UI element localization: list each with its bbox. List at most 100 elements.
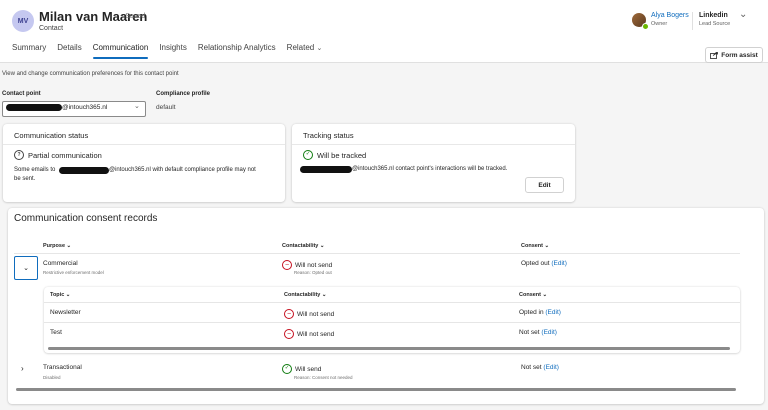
edit-tracking-button[interactable]: Edit <box>525 177 564 193</box>
redacted-text <box>300 166 352 173</box>
tab-details[interactable]: Details <box>57 43 81 57</box>
card-title: Communication status <box>14 131 89 140</box>
consent-text: Opted out <box>521 260 550 267</box>
tab-insights[interactable]: Insights <box>159 43 187 57</box>
redacted-text <box>59 167 109 174</box>
contactability-reason: Reason: Opted out <box>294 270 332 275</box>
status-detail: be sent. <box>14 176 36 182</box>
divider <box>44 322 740 323</box>
tab-bar: Summary Details Communication Insights R… <box>12 43 323 59</box>
horizontal-scrollbar[interactable] <box>16 388 736 391</box>
card-title: Tracking status <box>303 131 354 140</box>
divider <box>692 12 693 30</box>
consent-records-title: Communication consent records <box>14 213 158 224</box>
record-type: Contact <box>39 25 64 32</box>
topic-name: Newsletter <box>50 309 81 316</box>
chevron-down-icon: ⌄ <box>134 103 140 110</box>
chevron-down-icon: ⌄ <box>66 243 72 249</box>
contactability-status: − Will not send <box>282 260 332 270</box>
chevron-down-icon[interactable]: ⌄ <box>739 9 747 20</box>
collapse-row-button[interactable]: ⌄ <box>14 256 38 280</box>
status-text: Will be tracked <box>317 150 367 160</box>
topics-table: Topic ⌄ Contactability ⌄ Consent ⌄ Newsl… <box>44 287 740 353</box>
divider <box>3 144 285 145</box>
status-detail: @intouch365.nl contact point's interacti… <box>352 166 508 172</box>
checkmark-circle-icon: ✓ <box>282 364 292 374</box>
divider <box>292 144 575 145</box>
purpose-subtitle: Restrictive enforcement model <box>43 270 104 275</box>
edit-consent-link[interactable]: (Edit) <box>545 309 561 316</box>
purpose-name: Commercial <box>43 260 78 267</box>
tab-summary[interactable]: Summary <box>12 43 46 57</box>
lead-source-label: Lead Source <box>699 21 731 27</box>
form-assist-button[interactable]: Form assist <box>705 47 763 63</box>
owner-label: Owner <box>651 21 668 27</box>
block-icon: − <box>284 309 294 319</box>
saved-status: - Saved <box>121 13 146 20</box>
contactability-reason: Reason: Consent not needed <box>294 375 353 380</box>
compliance-profile-label: Compliance profile <box>156 91 211 97</box>
topic-name: Test <box>50 329 62 336</box>
chevron-right-icon: › <box>21 364 24 373</box>
contactability-text: Will not send <box>297 310 335 318</box>
edit-consent-link[interactable]: (Edit) <box>541 329 557 336</box>
chevron-down-icon: ⌄ <box>321 292 327 298</box>
topic-contactability: − Will not send <box>284 309 334 319</box>
consent-text: Not set <box>519 329 540 336</box>
horizontal-scrollbar[interactable] <box>48 347 730 350</box>
communication-status: ? Partial communication <box>14 150 102 160</box>
compliance-profile-value: default <box>156 104 176 111</box>
record-header: MV Milan van Maaren - Saved Contact Summ… <box>0 0 768 63</box>
divider <box>14 253 740 254</box>
consent-text: Opted in <box>519 309 544 316</box>
chevron-down-icon: ⌄ <box>23 265 29 272</box>
page-description: View and change communication preference… <box>2 71 179 77</box>
edit-consent-link[interactable]: (Edit) <box>551 260 567 267</box>
avatar: MV <box>12 10 34 32</box>
contactability-text: Will not send <box>297 330 335 338</box>
purpose-subtitle: Disabled <box>43 375 61 380</box>
column-header-contactability[interactable]: Contactability ⌄ <box>282 243 325 249</box>
form-assist-label: Form assist <box>721 51 758 59</box>
contact-point-label: Contact point <box>2 91 41 97</box>
chevron-down-icon: ⌄ <box>544 243 550 249</box>
consent-value: Not set (Edit) <box>521 364 559 371</box>
form-assist-icon <box>710 51 719 59</box>
question-circle-icon: ? <box>14 150 24 160</box>
column-header-purpose[interactable]: Purpose ⌄ <box>43 243 71 249</box>
topic-consent: Not set (Edit) <box>519 329 557 336</box>
topic-consent: Opted in (Edit) <box>519 309 561 316</box>
tracking-status: ✓ Will be tracked <box>303 150 366 160</box>
checkmark-circle-icon: ✓ <box>303 150 313 160</box>
contactability-status: ✓ Will send <box>282 364 321 374</box>
tab-related[interactable]: Related ⌄ <box>287 43 323 57</box>
presence-icon <box>642 23 649 30</box>
communication-status-card: Communication status ? Partial communica… <box>3 124 285 202</box>
lead-source-value: Linkedin <box>699 12 728 19</box>
tracking-status-card: Tracking status ✓ Will be tracked @intou… <box>292 124 575 202</box>
edit-consent-link[interactable]: (Edit) <box>543 364 559 371</box>
column-header-consent[interactable]: Consent ⌄ <box>521 243 549 249</box>
consent-value: Opted out (Edit) <box>521 260 567 267</box>
owner-name-link[interactable]: Alya Bogers <box>651 12 689 19</box>
divider <box>44 302 740 303</box>
chevron-down-icon: ⌄ <box>316 45 323 52</box>
status-detail: Some emails to <box>14 167 56 173</box>
block-icon: − <box>284 329 294 339</box>
column-header-topic[interactable]: Topic ⌄ <box>50 292 70 298</box>
chevron-down-icon: ⌄ <box>65 292 71 298</box>
tab-relationship-analytics[interactable]: Relationship Analytics <box>198 43 276 57</box>
block-icon: − <box>282 260 292 270</box>
column-header-consent[interactable]: Consent ⌄ <box>519 292 547 298</box>
chevron-down-icon: ⌄ <box>542 292 548 298</box>
expand-row-button[interactable]: › <box>21 364 24 373</box>
contact-point-value: @intouch365.nl <box>62 104 108 111</box>
status-text: Partial communication <box>28 150 102 160</box>
column-header-contactability[interactable]: Contactability ⌄ <box>284 292 327 298</box>
contactability-text: Will not send <box>295 261 333 269</box>
tab-communication[interactable]: Communication <box>92 43 148 59</box>
redacted-text <box>6 104 62 111</box>
purpose-name: Transactional <box>43 364 82 371</box>
consent-text: Not set <box>521 364 542 371</box>
status-detail: @intouch365.nl with default compliance p… <box>109 167 256 173</box>
